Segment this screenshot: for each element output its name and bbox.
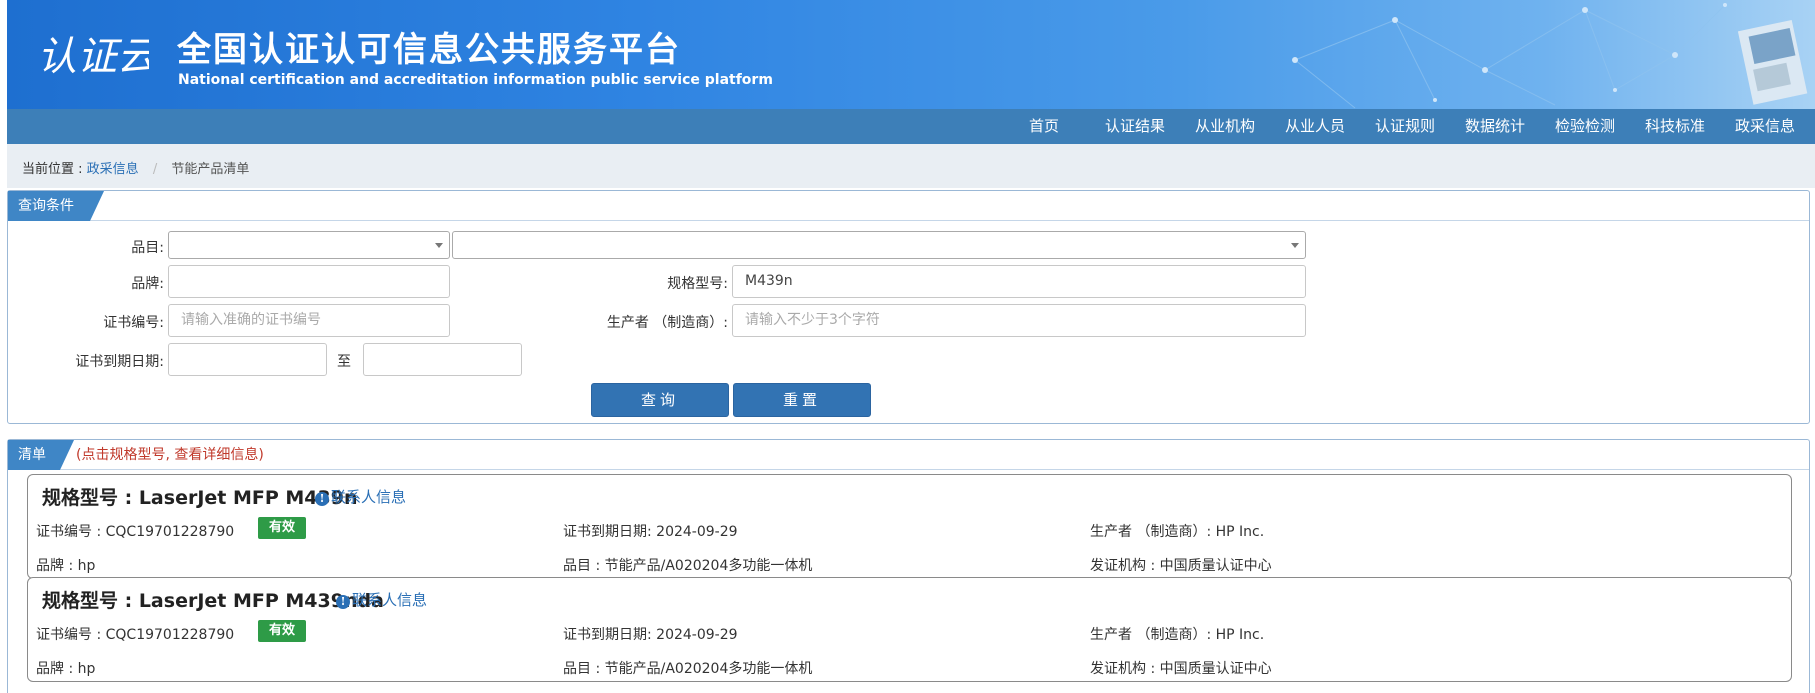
expiry-field: 证书到期日期: 2024-09-29 xyxy=(563,624,738,644)
brand-value: hp xyxy=(77,661,96,677)
manufacturer-field: 生产者 （制造商）: HP Inc. xyxy=(1090,624,1264,644)
expiry-label: 证书到期日期: xyxy=(75,354,164,370)
nav-item-inspection[interactable]: 检验检测 xyxy=(1555,109,1615,144)
issuer-field: 发证机构 : 中国质量认证中心 xyxy=(1090,555,1272,575)
manufacturer-input[interactable]: 请输入不少于3个字符 xyxy=(732,304,1306,337)
query-panel-title: 查询条件 xyxy=(18,198,74,214)
expiry-label: 证书到期日期: xyxy=(563,627,652,643)
category-field: 品目 : 节能产品/A020204多功能一体机 xyxy=(563,658,812,678)
category-label: 品目: xyxy=(131,240,164,256)
brand-field: 品牌 : hp xyxy=(36,658,95,678)
nav-item-personnel[interactable]: 从业人员 xyxy=(1285,109,1345,144)
site-logo: 认证云 xyxy=(37,34,149,80)
site-banner: 认证云 全国认证认可信息公共服务平台 National certificatio… xyxy=(7,0,1815,109)
brand-field: 品牌 : hp xyxy=(36,555,95,575)
expiry-value: 2024-09-29 xyxy=(656,524,738,540)
model-input[interactable]: M439n xyxy=(732,265,1306,298)
result-card: 规格型号 : LaserJet MFP M439nda ! 联系人信息 证书编号 … xyxy=(27,577,1792,682)
nav-item-home[interactable]: 首页 xyxy=(1029,109,1059,144)
breadcrumb-prefix: 当前位置 : xyxy=(22,162,83,177)
cert-no-label: 证书编号 : xyxy=(36,524,102,540)
nav-item-institutions[interactable]: 从业机构 xyxy=(1195,109,1255,144)
search-button[interactable]: 查询 xyxy=(591,383,729,417)
site-title: 全国认证认可信息公共服务平台 xyxy=(177,30,681,70)
manufacturer-value: HP Inc. xyxy=(1215,627,1265,643)
expiry-value: 2024-09-29 xyxy=(656,627,738,643)
contact-info-label: 联系人信息 xyxy=(352,591,428,609)
breadcrumb-parent-link[interactable]: 政采信息 xyxy=(87,162,139,177)
subcategory-select[interactable] xyxy=(452,231,1306,259)
manufacturer-label: 生产者 （制造商）: xyxy=(1090,627,1212,643)
cert-no-label: 证书编号: xyxy=(103,315,164,331)
issuer-value: 中国质量认证中心 xyxy=(1159,661,1272,677)
results-panel: 清单 (点击规格型号, 查看详细信息) 规格型号 : LaserJet MFP … xyxy=(7,439,1810,693)
brand-input[interactable] xyxy=(168,265,450,298)
issuer-value: 中国质量认证中心 xyxy=(1159,558,1272,574)
contact-info-link[interactable]: ! 联系人信息 xyxy=(315,486,406,507)
model-title-link[interactable]: 规格型号 : LaserJet MFP M439nda xyxy=(42,586,384,613)
brand-label: 品牌 : xyxy=(36,558,74,574)
status-badge: 有效 xyxy=(258,517,306,539)
model-label: 规格型号: xyxy=(667,276,728,292)
issuer-label: 发证机构 : xyxy=(1090,558,1156,574)
category-value: 节能产品/A020204多功能一体机 xyxy=(604,558,813,574)
brand-value: hp xyxy=(77,558,96,574)
category-field: 品目 : 节能产品/A020204多功能一体机 xyxy=(563,555,812,575)
photo-collage-decoration xyxy=(1737,19,1808,105)
info-icon: ! xyxy=(336,595,350,609)
breadcrumb: 当前位置 : 政采信息 / 节能产品清单 xyxy=(22,158,249,177)
main-nav: 首页 认证结果 从业机构 从业人员 认证规则 数据统计 检验检测 科技标准 政采… xyxy=(7,109,1815,144)
nav-item-standards[interactable]: 科技标准 xyxy=(1645,109,1705,144)
cert-no-input[interactable]: 请输入准确的证书编号 xyxy=(168,304,450,337)
manufacturer-label: 生产者 （制造商）: xyxy=(1090,524,1212,540)
results-panel-header: 清单 (点击规格型号, 查看详细信息) xyxy=(8,440,1809,470)
breadcrumb-current: 节能产品清单 xyxy=(171,162,250,177)
expiry-from-input[interactable] xyxy=(168,343,327,376)
chevron-down-icon xyxy=(1291,243,1299,248)
brand-label: 品牌: xyxy=(131,276,164,292)
nav-item-cert-rules[interactable]: 认证规则 xyxy=(1375,109,1435,144)
chevron-down-icon xyxy=(435,243,443,248)
query-panel-header: 查询条件 xyxy=(8,191,1809,221)
issuer-label: 发证机构 : xyxy=(1090,661,1156,677)
results-hint: (点击规格型号, 查看详细信息) xyxy=(76,447,264,463)
expiry-to-input[interactable] xyxy=(363,343,522,376)
cert-no-label: 证书编号 : xyxy=(36,627,102,643)
category-value: 节能产品/A020204多功能一体机 xyxy=(604,661,813,677)
expiry-to-label: 至 xyxy=(337,354,351,370)
model-title-link[interactable]: 规格型号 : LaserJet MFP M439n xyxy=(42,483,358,510)
nav-item-procurement[interactable]: 政采信息 xyxy=(1735,109,1795,144)
status-badge: 有效 xyxy=(258,620,306,642)
category-label: 品目 : xyxy=(563,558,601,574)
cert-no-value: CQC19701228790 xyxy=(105,524,235,540)
reset-button[interactable]: 重置 xyxy=(733,383,871,417)
breadcrumb-separator: / xyxy=(152,162,158,177)
cert-no-field: 证书编号 : CQC19701228790 xyxy=(36,624,234,644)
category-label: 品目 : xyxy=(563,661,601,677)
manufacturer-field: 生产者 （制造商）: HP Inc. xyxy=(1090,521,1264,541)
result-card: 规格型号 : LaserJet MFP M439n ! 联系人信息 证书编号 : … xyxy=(27,474,1792,579)
expiry-field: 证书到期日期: 2024-09-29 xyxy=(563,521,738,541)
nav-item-statistics[interactable]: 数据统计 xyxy=(1465,109,1525,144)
brand-label: 品牌 : xyxy=(36,661,74,677)
results-panel-title: 清单 xyxy=(18,447,46,463)
manufacturer-label: 生产者 （制造商）: xyxy=(606,315,728,331)
contact-info-link[interactable]: ! 联系人信息 xyxy=(336,589,427,610)
contact-info-label: 联系人信息 xyxy=(331,488,407,506)
cert-no-field: 证书编号 : CQC19701228790 xyxy=(36,521,234,541)
breadcrumb-bar: 当前位置 : 政采信息 / 节能产品清单 xyxy=(7,144,1815,188)
logo-char-1: 认证云 xyxy=(37,34,149,80)
category-select[interactable] xyxy=(168,231,450,259)
expiry-label: 证书到期日期: xyxy=(563,524,652,540)
cert-no-value: CQC19701228790 xyxy=(105,627,235,643)
network-decoration xyxy=(1292,3,1808,109)
issuer-field: 发证机构 : 中国质量认证中心 xyxy=(1090,658,1272,678)
nav-item-cert-results[interactable]: 认证结果 xyxy=(1105,109,1165,144)
manufacturer-value: HP Inc. xyxy=(1215,524,1265,540)
info-icon: ! xyxy=(315,492,329,506)
query-panel: 查询条件 品目: 品牌: 规格型号: M439n 证书编号: 请输入准确的证书编… xyxy=(7,190,1810,424)
site-subtitle: National certification and accreditation… xyxy=(178,72,773,88)
